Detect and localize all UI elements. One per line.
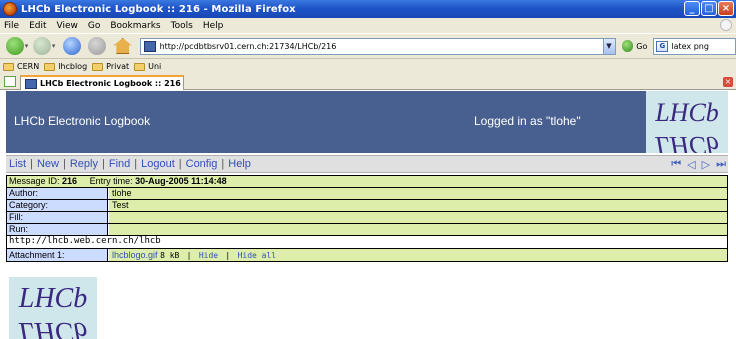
table-row: Run: [6,224,728,235]
bookmark-label: lhcblog [58,62,88,71]
bookmark-lhcblog[interactable]: lhcblog [44,62,87,71]
tab-bar: LHCb Electronic Logbook :: 216 × [0,74,736,90]
fill-value [109,212,727,223]
message-body: http://lhcb.web.cern.ch/lhcb [6,236,728,248]
tab-logbook[interactable]: LHCb Electronic Logbook :: 216 [20,75,184,90]
url-dropdown-icon[interactable]: ▼ [602,38,615,54]
message-id-label: Message ID: [9,176,60,186]
author-label: Author: [7,188,108,199]
menu-help[interactable]: Help [203,21,224,31]
menu-list-link[interactable]: List [9,158,26,170]
menu-edit[interactable]: Edit [29,21,46,31]
logbook-header: LHCb Electronic Logbook Logged in as "tl… [6,91,728,153]
category-value: Test [109,200,727,211]
tab-label: LHCb Electronic Logbook :: 216 [40,79,181,88]
menu-help-link[interactable]: Help [228,158,251,170]
attachment-value: lhcblogo.gif 8 kB | Hide | Hide all [109,249,727,261]
menu-tools[interactable]: Tools [171,21,193,31]
menu-file[interactable]: File [4,21,19,31]
search-box[interactable]: G latex png [653,37,736,55]
table-row: Author: tlohe [6,188,728,199]
window-title: LHCb Electronic Logbook :: 216 - Mozilla… [21,3,296,15]
first-entry-icon[interactable]: ⏮ [671,158,681,171]
bookmark-privat[interactable]: Privat [92,62,129,71]
run-value [109,224,727,235]
minimize-button[interactable]: _ [684,1,700,16]
author-value: tlohe [109,188,727,199]
google-search-icon[interactable]: G [656,40,669,52]
bookmark-label: Uni [148,62,162,71]
url-bar[interactable]: http://pcdbtbsrv01.cern.ch:21734/LHCb/21… [139,37,616,55]
thumb-logo-text: LHCb [18,283,87,314]
previous-entry-icon[interactable]: ◁ [687,158,695,171]
go-button-label[interactable]: Go [636,42,647,51]
menu-view[interactable]: View [57,21,78,31]
lhcb-logo: LHCb LHCb [646,91,728,153]
message-id: 216 [62,176,78,186]
entry-time: 30-Aug-2005 11:14:48 [135,176,227,186]
bookmarks-toolbar: CERN lhcblog Privat Uni [0,59,736,74]
menu-find-link[interactable]: Find [109,158,130,170]
bookmark-label: Privat [106,62,130,71]
menu-reply-link[interactable]: Reply [70,158,98,170]
logbook-title: LHCb Electronic Logbook [14,114,151,128]
folder-icon [134,62,146,71]
table-row: Fill: [6,212,728,223]
entry-time-label: Entry time: [89,176,133,186]
tab-favicon-icon [25,78,37,89]
folder-icon [44,62,56,71]
hide-attachment-link[interactable]: Hide [199,251,218,260]
run-label: Run: [7,224,108,235]
next-entry-icon[interactable]: ▷ [702,158,710,171]
close-tab-icon[interactable]: × [723,77,733,87]
stop-button[interactable] [88,37,106,55]
home-button[interactable] [113,38,132,54]
logo-text-reflection: LHCb [654,131,719,153]
logo-text: LHCb [654,98,719,127]
folder-icon [92,62,104,71]
url-text[interactable]: http://pcdbtbsrv01.cern.ch:21734/LHCb/21… [160,42,603,51]
hide-all-attachments-link[interactable]: Hide all [238,251,277,260]
throbber-icon [720,19,732,31]
attachment-link[interactable]: lhcblogo.gif [112,250,158,260]
message-info-row: Message ID: 216 Entry time: 30-Aug-2005 … [6,176,728,187]
navigation-toolbar: ▾ ▾ http://pcdbtbsrv01.cern.ch:21734/LHC… [0,33,736,59]
bookmark-cern[interactable]: CERN [3,62,39,71]
menu-bar: File Edit View Go Bookmarks Tools Help [0,18,736,33]
back-history-dropdown-icon[interactable]: ▾ [25,42,29,50]
menu-config-link[interactable]: Config [186,158,218,170]
menu-go[interactable]: Go [88,21,100,31]
menu-bookmarks[interactable]: Bookmarks [110,21,160,31]
attachment-label: Attachment 1: [7,249,108,261]
new-tab-icon[interactable] [4,76,16,87]
menu-logout-link[interactable]: Logout [141,158,175,170]
site-favicon-icon [143,40,156,52]
attachment-size: 8 kB [160,251,180,260]
go-icon[interactable] [621,40,634,52]
menu-new-link[interactable]: New [37,158,59,170]
attachment-image[interactable]: LHCb LHCb [9,277,97,339]
close-window-button[interactable]: × [718,1,734,16]
reload-button[interactable] [63,37,82,55]
firefox-icon [3,2,17,16]
last-entry-icon[interactable]: ⏭ [716,158,726,171]
fill-label: Fill: [7,212,108,223]
folder-icon [3,62,14,71]
search-input[interactable]: latex png [671,42,709,51]
forward-history-dropdown-icon[interactable]: ▾ [52,42,56,50]
category-label: Category: [7,200,108,211]
logbook-menu: List | New | Reply | Find | Logout | Con… [6,155,728,173]
thumb-logo-reflection: LHCb [18,316,87,339]
window-title-bar[interactable]: LHCb Electronic Logbook :: 216 - Mozilla… [0,0,736,18]
maximize-button[interactable]: □ [701,1,717,16]
logged-in-status: Logged in as "tlohe" [474,114,581,128]
table-row: Category: Test [6,200,728,211]
bookmark-uni[interactable]: Uni [134,62,161,71]
bookmark-label: CERN [17,62,40,71]
back-button[interactable] [6,37,24,55]
attachment-row: Attachment 1: lhcblogo.gif 8 kB | Hide |… [6,249,728,261]
forward-button[interactable] [33,37,51,55]
